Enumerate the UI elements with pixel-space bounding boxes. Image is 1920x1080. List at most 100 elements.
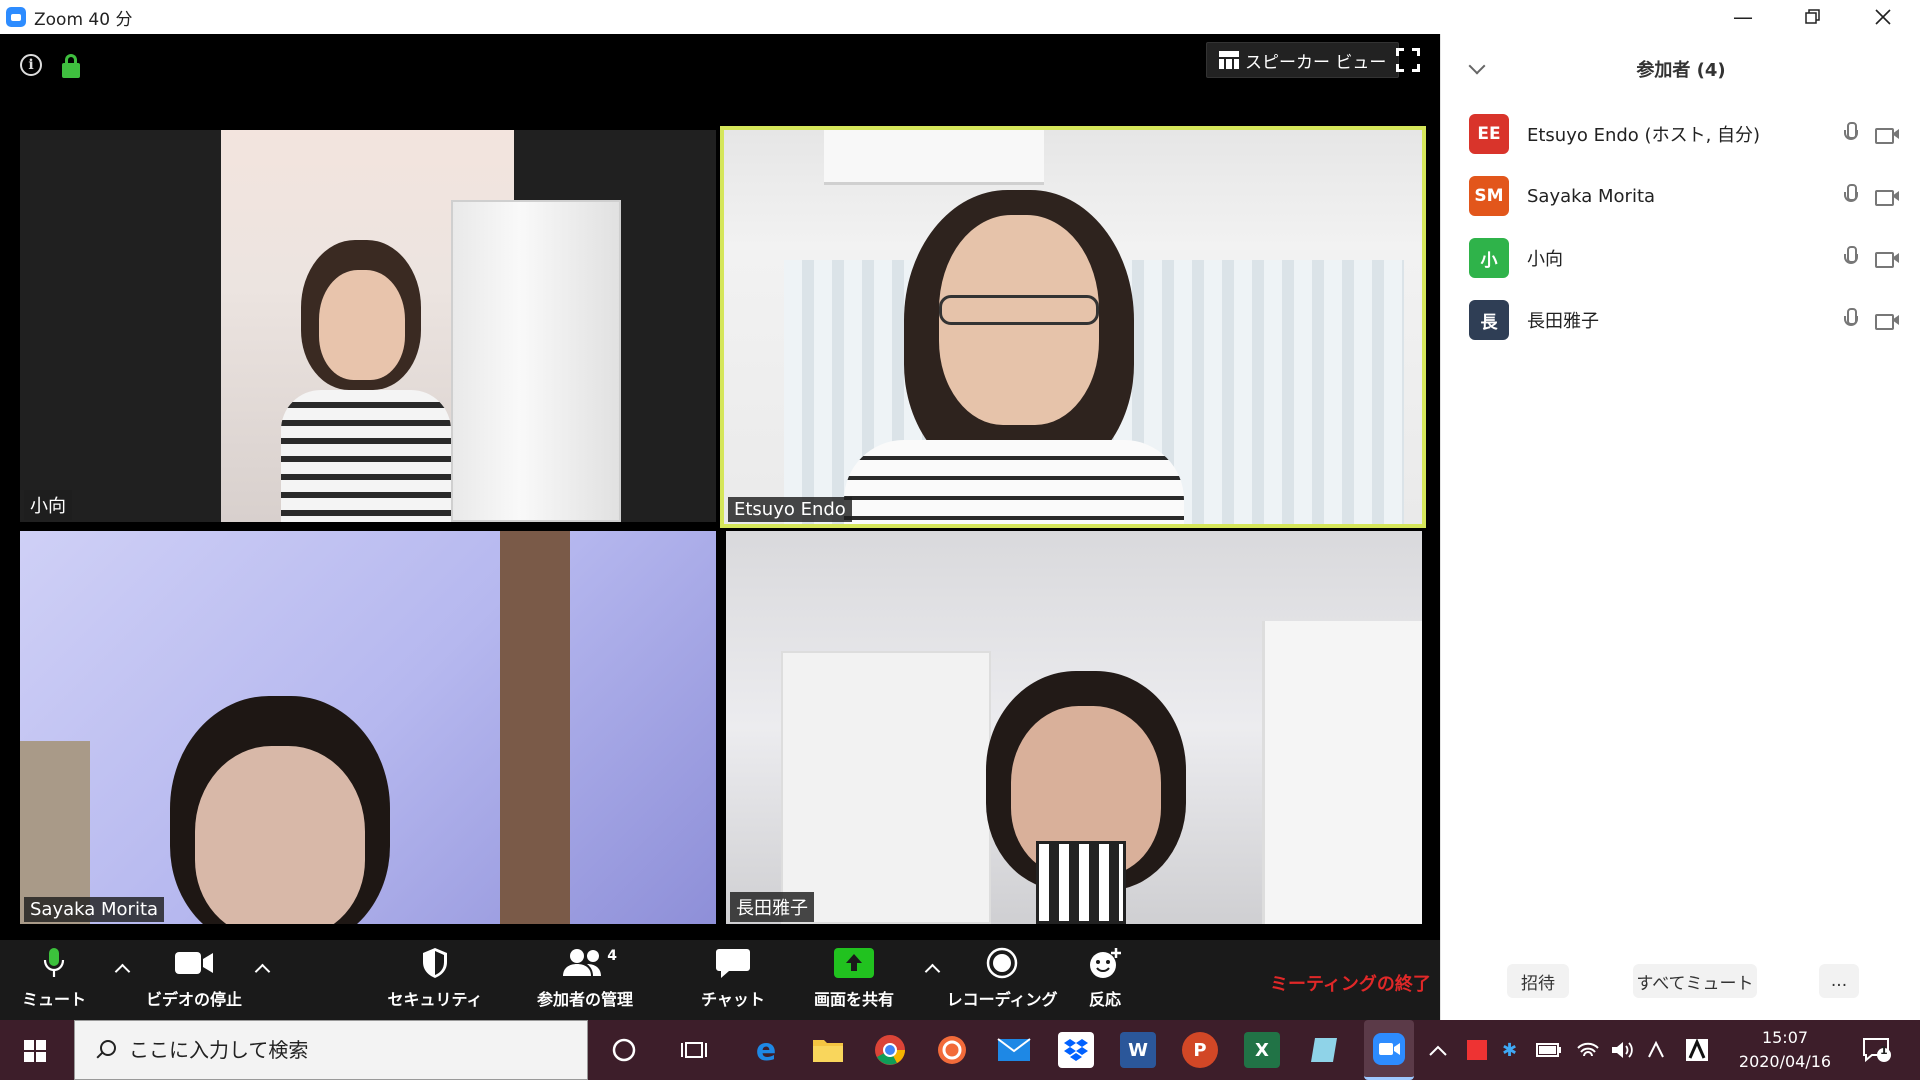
participants-panel: 参加者 (4) EE Etsuyo Endo (ホスト, 自分) SM Saya… xyxy=(1440,34,1920,1020)
participant-row[interactable]: 小 小向 xyxy=(1469,234,1899,282)
zoom-logo-icon xyxy=(6,7,26,27)
info-icon[interactable]: i xyxy=(20,54,42,76)
close-icon xyxy=(1875,9,1891,25)
microphone-icon xyxy=(43,948,65,977)
battery-icon[interactable] xyxy=(1536,1020,1562,1080)
cortana-icon[interactable] xyxy=(606,1032,642,1068)
share-screen-button[interactable]: 画面を共有 xyxy=(806,940,902,1020)
wifi-icon[interactable] xyxy=(1576,1020,1600,1080)
taskbar-search-input[interactable] xyxy=(129,1038,529,1062)
video-tile-sayaka-morita[interactable]: Sayaka Morita xyxy=(20,531,716,924)
stop-video-button[interactable]: ビデオの停止 xyxy=(140,940,248,1020)
restore-button[interactable] xyxy=(1778,0,1848,34)
encryption-lock-icon[interactable] xyxy=(62,54,80,78)
participant-name: Etsuyo Endo (ホスト, 自分) xyxy=(1527,125,1761,146)
microphone-icon[interactable] xyxy=(1843,246,1858,270)
app-orange-icon[interactable] xyxy=(934,1032,970,1068)
word-icon[interactable]: W xyxy=(1120,1032,1156,1068)
video-tile-etsuyo-endo[interactable]: Etsuyo Endo xyxy=(720,126,1426,528)
video-camera-icon[interactable] xyxy=(1875,312,1899,330)
input-method-icon[interactable] xyxy=(1646,1020,1666,1080)
recording-button[interactable]: レコーディング xyxy=(947,940,1057,1020)
windows-taskbar: e W P X ✱ 15:07 2020/04/1 xyxy=(0,1020,1920,1080)
video-tile-osada-masako[interactable]: 長田雅子 xyxy=(726,531,1422,924)
avatar: 長 xyxy=(1469,300,1509,340)
reactions-button[interactable]: 反応 xyxy=(1082,940,1128,1020)
reactions-label: 反応 xyxy=(1088,990,1121,1009)
adobe-icon[interactable] xyxy=(1686,1020,1708,1080)
speaker-view-button[interactable]: スピーカー ビュー xyxy=(1206,42,1400,78)
edge-browser-icon[interactable]: e xyxy=(748,1032,784,1068)
participant-name-label: Etsuyo Endo xyxy=(728,497,852,522)
show-hidden-icons-chevron-up-icon[interactable] xyxy=(1428,1020,1448,1080)
window-title-bar: Zoom 40 分 — xyxy=(0,0,1920,34)
excel-icon[interactable]: X xyxy=(1244,1032,1280,1068)
notes-app-icon[interactable] xyxy=(1306,1032,1342,1068)
participant-row[interactable]: EE Etsuyo Endo (ホスト, 自分) xyxy=(1469,110,1899,158)
video-tile-komukai[interactable]: 小向 xyxy=(20,130,716,522)
participant-name-label: 小向 xyxy=(24,490,72,520)
security-button[interactable]: セキュリティ xyxy=(387,940,483,1020)
share-options-chevron-up-icon[interactable] xyxy=(924,960,940,976)
end-meeting-button[interactable]: ミーティングの終了 xyxy=(1270,970,1431,996)
share-screen-label: 画面を共有 xyxy=(813,990,894,1009)
taskbar-search-box[interactable] xyxy=(74,1020,588,1080)
participant-name: 小向 xyxy=(1527,249,1563,270)
clock-date: 2020/04/16 xyxy=(1738,1052,1832,1071)
shield-icon xyxy=(423,948,447,978)
video-camera-icon[interactable] xyxy=(1875,250,1899,268)
microphone-icon[interactable] xyxy=(1843,184,1858,208)
volume-icon[interactable] xyxy=(1610,1020,1634,1080)
meeting-video-area: i スピーカー ビュー 小向 Etsuyo Endo Sayaka Morita… xyxy=(0,34,1440,940)
speaker-view-icon xyxy=(1219,51,1239,69)
participant-video xyxy=(221,130,621,522)
clock-time: 15:07 xyxy=(1761,1028,1809,1047)
mute-button[interactable]: ミュート xyxy=(18,940,90,1020)
task-view-icon[interactable] xyxy=(676,1032,712,1068)
chrome-icon[interactable] xyxy=(872,1032,908,1068)
bluetooth-icon[interactable]: ✱ xyxy=(1502,1020,1517,1080)
microphone-icon[interactable] xyxy=(1843,122,1858,146)
mail-icon[interactable] xyxy=(996,1032,1032,1068)
participants-panel-title: 参加者 (4) xyxy=(1636,60,1726,81)
record-icon xyxy=(986,947,1018,979)
avatar: 小 xyxy=(1469,238,1509,278)
participant-name-label: Sayaka Morita xyxy=(24,897,165,922)
notification-count: 1 xyxy=(1880,1044,1888,1057)
invite-button[interactable]: 招待 xyxy=(1507,964,1569,998)
window-title: Zoom 40 分 xyxy=(34,9,133,30)
video-camera-icon[interactable] xyxy=(1875,126,1899,144)
dropbox-icon[interactable] xyxy=(1058,1032,1094,1068)
minimize-button[interactable]: — xyxy=(1708,0,1778,34)
participant-name: 長田雅子 xyxy=(1527,311,1599,332)
microphone-icon[interactable] xyxy=(1843,308,1858,332)
video-options-chevron-up-icon[interactable] xyxy=(254,960,270,976)
avatar: SM xyxy=(1469,176,1509,216)
mute-all-button[interactable]: すべてミュート xyxy=(1633,964,1757,998)
chat-bubble-icon xyxy=(716,949,750,978)
participant-row[interactable]: 長 長田雅子 xyxy=(1469,296,1899,344)
share-screen-icon xyxy=(834,948,874,978)
manage-participants-button[interactable]: 4 参加者の管理 xyxy=(532,940,638,1020)
search-icon xyxy=(95,1040,116,1060)
zoom-taskbar-icon[interactable] xyxy=(1364,1020,1414,1080)
video-camera-icon xyxy=(175,952,213,974)
taskbar-clock[interactable]: 15:07 2020/04/16 xyxy=(1730,1026,1840,1074)
audio-options-chevron-up-icon[interactable] xyxy=(114,960,130,976)
file-explorer-icon[interactable] xyxy=(810,1032,846,1068)
chat-label: チャット xyxy=(701,990,765,1009)
more-options-button[interactable]: ... xyxy=(1819,964,1859,998)
powerpoint-icon[interactable]: P xyxy=(1182,1032,1218,1068)
tray-app-icon[interactable] xyxy=(1466,1020,1488,1080)
reaction-smiley-icon xyxy=(1090,948,1121,978)
video-camera-icon[interactable] xyxy=(1875,188,1899,206)
participant-count-badge: 4 xyxy=(607,948,617,964)
windows-start-icon[interactable] xyxy=(24,1040,46,1062)
participant-name-label: 長田雅子 xyxy=(730,892,814,922)
restore-icon xyxy=(1805,9,1820,24)
close-button[interactable] xyxy=(1848,0,1918,34)
fullscreen-icon[interactable] xyxy=(1396,48,1420,72)
participant-row[interactable]: SM Sayaka Morita xyxy=(1469,172,1899,220)
notification-center-icon[interactable]: 1 xyxy=(1862,1020,1892,1080)
chat-button[interactable]: チャット xyxy=(700,940,766,1020)
